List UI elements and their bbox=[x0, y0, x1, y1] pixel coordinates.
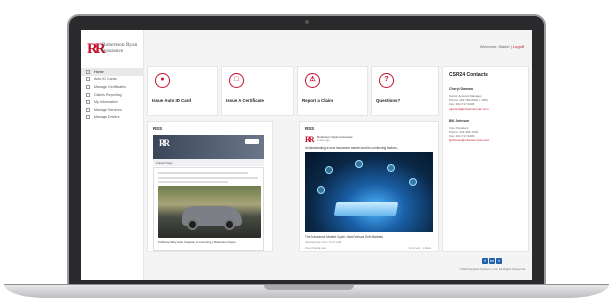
sidebar-nav: Home Auto ID Cards Manage Certificates C… bbox=[81, 68, 144, 121]
claim-icon bbox=[86, 92, 90, 97]
sidebar-item-auto-id-cards[interactable]: Auto ID Cards bbox=[81, 76, 144, 84]
sidebar-item-manage-services[interactable]: Manage Services bbox=[81, 106, 144, 114]
text-line bbox=[158, 181, 228, 183]
car-photo bbox=[158, 186, 261, 238]
contact-name: Cheryl Gamma bbox=[449, 87, 473, 91]
laptop-lid: RR Robertson Ryan Insurance Home Auto ID… bbox=[67, 14, 546, 286]
contacts-title: CSR24 Contacts bbox=[449, 72, 488, 78]
view-post-link[interactable]: View Original post bbox=[305, 247, 326, 250]
sidebar-item-my-information[interactable]: My Information bbox=[81, 98, 144, 106]
car-wheel bbox=[187, 219, 198, 230]
contact-name: Bill Johnson bbox=[449, 118, 470, 123]
sidebar-item-claims-reporting[interactable]: Claims Reporting bbox=[81, 91, 144, 99]
post-text: Understanding a new insurance market and… bbox=[305, 146, 400, 150]
tile-report-claim[interactable]: ⚠ Report a Claim bbox=[297, 66, 368, 116]
logo-text: Robertson Ryan Insurance bbox=[102, 42, 138, 54]
sidebar-item-home[interactable]: Home bbox=[81, 68, 144, 76]
cover-logo: RR bbox=[159, 138, 170, 148]
facebook-icon[interactable]: f bbox=[482, 258, 488, 264]
laptop-base bbox=[4, 284, 609, 298]
feed-post[interactable]: 5 Minute Why Auto Invasion Is Incoming |… bbox=[153, 167, 264, 251]
follow-bar[interactable]: Follow Page bbox=[153, 159, 264, 166]
driver-icon bbox=[86, 115, 90, 120]
logo-mark: RR bbox=[87, 41, 106, 57]
network-node bbox=[355, 160, 363, 168]
rss-feed-left: RSS RR Follow Page 5 Minute Why Auto Inv bbox=[147, 121, 273, 252]
separator: | bbox=[510, 44, 512, 49]
tile-label: Report a Claim bbox=[302, 98, 333, 103]
feed-title: RSS bbox=[153, 126, 163, 131]
text-line bbox=[158, 172, 248, 174]
post-actions: View Original post Comment · 1 share bbox=[305, 247, 433, 250]
car-wheel bbox=[224, 219, 235, 230]
tile-label: Issue Auto ID Card bbox=[152, 98, 192, 103]
technology-photo[interactable] bbox=[305, 152, 433, 232]
document-icon: □ bbox=[229, 73, 244, 88]
sidebar-item-manage-drivers[interactable]: Manage Drivers bbox=[81, 114, 144, 122]
network-node bbox=[387, 164, 395, 172]
brand-logo[interactable]: RR Robertson Ryan Insurance bbox=[87, 40, 141, 58]
logout-link[interactable]: Logoff bbox=[513, 44, 524, 49]
post-caption: 5 Minute Why Auto Invasion Is Incoming |… bbox=[158, 240, 236, 244]
post-meta: robertsonryan.com • 5 min read bbox=[305, 241, 342, 244]
contacts-panel: CSR24 Contacts Cheryl Gamma Senior Accou… bbox=[442, 66, 529, 252]
app-screen: RR Robertson Ryan Insurance Home Auto ID… bbox=[81, 30, 532, 280]
services-icon bbox=[86, 107, 90, 112]
tile-issue-certificate[interactable]: □ Issue A Certificate bbox=[221, 66, 294, 116]
tile-questions[interactable]: ? Questions? bbox=[371, 66, 439, 116]
tile-label: Issue A Certificate bbox=[226, 98, 264, 103]
network-node bbox=[325, 166, 333, 174]
welcome-text: Welcome, Maria! bbox=[479, 44, 510, 49]
twitter-icon[interactable]: t bbox=[496, 258, 502, 264]
welcome-bar: Welcome, Maria! | Logoff bbox=[480, 44, 524, 49]
comment-share-link[interactable]: Comment · 1 share bbox=[409, 247, 431, 250]
post-date: 2 days ago bbox=[317, 139, 330, 142]
post-avatar: RR bbox=[305, 135, 314, 144]
car-icon bbox=[86, 77, 90, 82]
linkedin-icon[interactable]: in bbox=[489, 258, 495, 264]
network-node bbox=[409, 178, 417, 186]
laptop-frame: RR Robertson Ryan Insurance Home Auto ID… bbox=[0, 0, 613, 308]
tile-label: Questions? bbox=[376, 98, 401, 103]
car-icon: ● bbox=[155, 73, 170, 88]
rss-feed-right: RSS RR Robertson Ryan Insurance 2 days a… bbox=[299, 121, 439, 252]
post-caption[interactable]: The Insurance Market Cycle: Hard Versus … bbox=[305, 235, 383, 239]
claim-icon: ⚠ bbox=[305, 73, 320, 88]
user-icon bbox=[86, 100, 90, 105]
share-button[interactable] bbox=[245, 139, 259, 144]
top-header: Welcome, Maria! | Logoff bbox=[144, 30, 532, 64]
certificate-icon bbox=[86, 84, 90, 89]
home-icon bbox=[86, 69, 90, 74]
sidebar: RR Robertson Ryan Insurance Home Auto ID… bbox=[81, 30, 144, 280]
feed-title: RSS bbox=[305, 126, 315, 131]
tile-issue-auto-id-card[interactable]: ● Issue Auto ID Card bbox=[147, 66, 218, 116]
sidebar-item-manage-certificates[interactable]: Manage Certificates bbox=[81, 83, 144, 91]
facebook-cover: RR bbox=[153, 135, 264, 159]
laptop-notch bbox=[264, 285, 354, 290]
contact-email-link[interactable]: bjohnson@robertsonryan.com bbox=[449, 138, 522, 142]
tablet-device bbox=[333, 202, 399, 216]
social-links: f in t bbox=[482, 258, 502, 264]
text-line bbox=[158, 177, 258, 179]
camera-icon bbox=[305, 20, 309, 24]
network-node bbox=[317, 186, 325, 194]
copyright: ©2024 Applied Systems, Inc. All Rights R… bbox=[459, 267, 526, 271]
question-icon: ? bbox=[379, 73, 394, 88]
